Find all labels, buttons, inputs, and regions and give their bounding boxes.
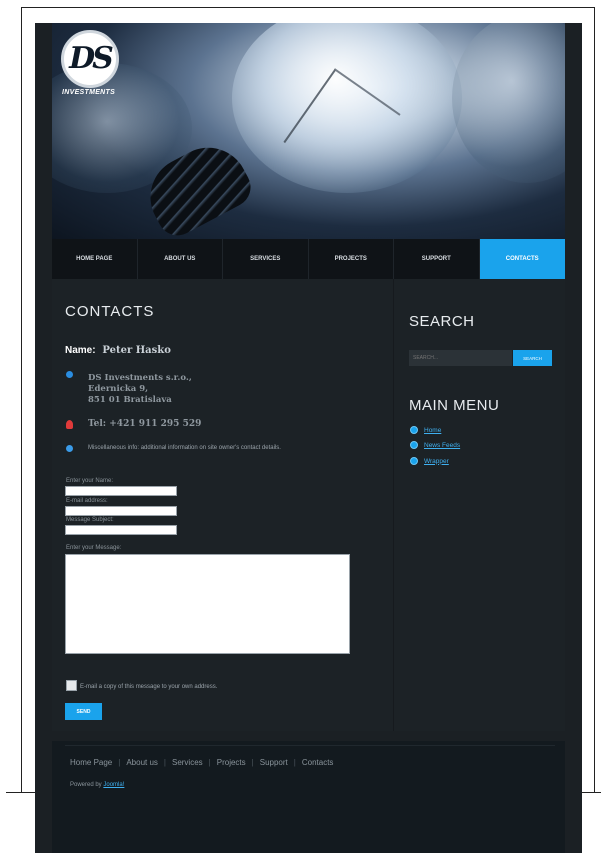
phone-icon <box>66 420 73 429</box>
main-menu-title: MAIN MENU <box>409 397 500 414</box>
nav-services[interactable]: SERVICES <box>223 239 309 279</box>
logo[interactable]: DS <box>61 30 119 88</box>
bulb-image-right <box>452 23 565 183</box>
menu-item-news-feeds[interactable]: News Feeds <box>410 441 460 449</box>
contact-column: CONTACTS Name: Peter Hasko DS Investment… <box>52 279 394 731</box>
copy-checkbox[interactable] <box>66 680 77 691</box>
separator: | <box>208 758 211 767</box>
menu-item-label: Wrapper <box>424 457 449 465</box>
address-line: Edernicka 9, <box>88 384 149 394</box>
powered-by: Powered by Joomla! <box>70 782 124 788</box>
footer: Home Page | About us | Services | Projec… <box>52 741 565 853</box>
powered-by-text: Powered by <box>70 782 102 788</box>
nav-projects[interactable]: PROJECTS <box>309 239 394 279</box>
email-field-label: E-mail address: <box>66 498 108 504</box>
separator: | <box>293 758 296 767</box>
separator: | <box>118 758 121 767</box>
header-banner: DS INVESTMENTS <box>52 23 565 239</box>
name-field[interactable] <box>65 486 177 496</box>
address: DS Investments s.r.o., Edernicka 9, 851 … <box>88 373 192 406</box>
menu-item-wrapper[interactable]: Wrapper <box>410 457 449 465</box>
footer-link-about[interactable]: About us <box>126 758 158 767</box>
logo-text: INVESTMENTS <box>62 89 116 96</box>
nav-contacts[interactable]: CONTACTS <box>479 239 565 279</box>
address-line: 851 01 Bratislava <box>88 395 172 405</box>
main-nav: HOME PAGE ABOUT US SERVICES PROJECTS SUP… <box>52 239 565 279</box>
logo-mark: DS <box>69 41 114 76</box>
name-label: Name: <box>65 345 96 356</box>
frame-left <box>21 7 22 793</box>
page: DS INVESTMENTS HOME PAGE ABOUT US SERVIC… <box>35 23 582 853</box>
copy-checkbox-label: E-mail a copy of this message to your ow… <box>80 684 218 690</box>
email-field[interactable] <box>65 506 177 516</box>
subject-field-label: Message Subject: <box>66 517 114 523</box>
bullet-icon <box>410 426 418 434</box>
frame-right <box>594 7 595 793</box>
footer-links: Home Page | About us | Services | Projec… <box>70 758 333 767</box>
misc-info: Miscellaneous info: additional informati… <box>88 445 281 451</box>
footer-link-services[interactable]: Services <box>172 758 203 767</box>
footer-divider <box>65 745 555 746</box>
footer-link-home[interactable]: Home Page <box>70 758 112 767</box>
separator: | <box>251 758 254 767</box>
frame-bottom-right <box>582 792 601 793</box>
bullet-icon <box>410 457 418 465</box>
menu-item-label: Home <box>424 426 442 434</box>
send-button[interactable]: SEND <box>65 703 102 720</box>
footer-link-support[interactable]: Support <box>260 758 288 767</box>
address-icon <box>66 371 73 378</box>
search-button[interactable]: SEARCH <box>513 350 552 366</box>
page-title: CONTACTS <box>65 303 155 320</box>
search-input[interactable] <box>409 350 512 366</box>
info-icon <box>66 445 73 452</box>
frame-top <box>21 7 595 8</box>
separator: | <box>163 758 166 767</box>
nav-home[interactable]: HOME PAGE <box>52 239 138 279</box>
footer-link-contacts[interactable]: Contacts <box>302 758 334 767</box>
address-line: DS Investments s.r.o., <box>88 373 192 383</box>
menu-item-label: News Feeds <box>424 441 461 449</box>
search-title: SEARCH <box>409 313 475 330</box>
frame-bottom-left <box>6 792 36 793</box>
content-area: CONTACTS Name: Peter Hasko DS Investment… <box>52 279 565 731</box>
footer-link-projects[interactable]: Projects <box>217 758 246 767</box>
sidebar: SEARCH SEARCH MAIN MENU Home News Feeds … <box>394 279 565 731</box>
contact-name: Name: Peter Hasko <box>65 345 171 356</box>
name-field-label: Enter your Name: <box>66 478 114 484</box>
telephone: Tel: +421 911 295 529 <box>88 419 202 429</box>
name-value: Peter Hasko <box>102 345 171 356</box>
nav-support[interactable]: SUPPORT <box>394 239 480 279</box>
menu-item-home[interactable]: Home <box>410 426 441 434</box>
joomla-link[interactable]: Joomla! <box>103 782 124 788</box>
bullet-icon <box>410 441 418 449</box>
message-field[interactable] <box>65 554 350 654</box>
subject-field[interactable] <box>65 525 177 535</box>
message-field-label: Enter your Message: <box>66 545 122 551</box>
nav-about[interactable]: ABOUT US <box>138 239 223 279</box>
